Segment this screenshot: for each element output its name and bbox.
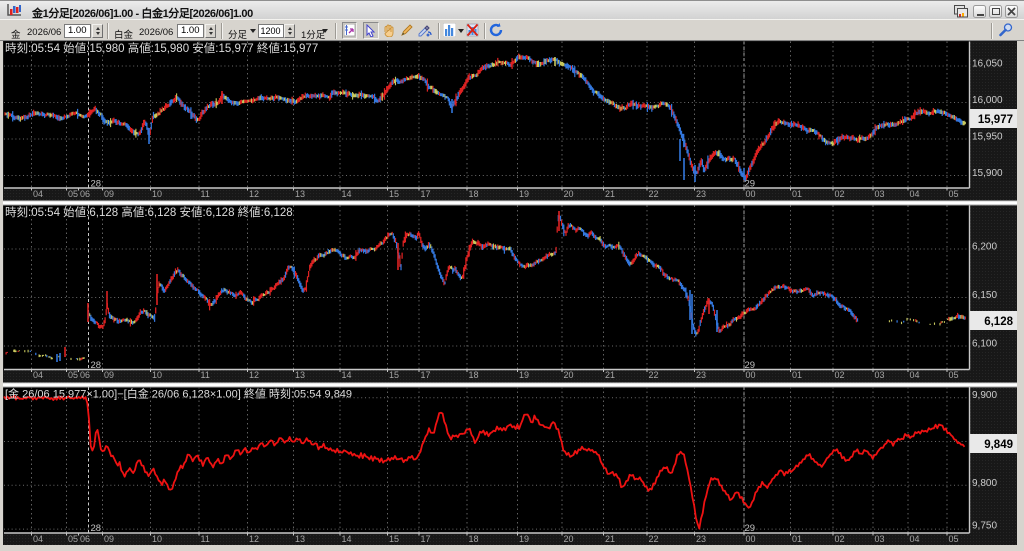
svg-text:10: 10 <box>152 370 162 380</box>
svg-text:28: 28 <box>91 179 102 190</box>
svg-text:18: 18 <box>469 534 479 544</box>
svg-text:06: 06 <box>80 534 90 544</box>
svg-text:22: 22 <box>649 534 659 544</box>
svg-text:15,977: 15,977 <box>978 114 1013 126</box>
svg-text:9,900: 9,900 <box>972 390 997 401</box>
svg-text:17: 17 <box>421 189 431 199</box>
svg-text:09: 09 <box>104 534 114 544</box>
svg-text:04: 04 <box>33 534 43 544</box>
svg-text:06: 06 <box>80 189 90 199</box>
svg-text:15,900: 15,900 <box>972 168 1003 179</box>
svg-text:10: 10 <box>152 189 162 199</box>
svg-text:00: 00 <box>746 370 756 380</box>
svg-text:20: 20 <box>564 189 574 199</box>
svg-text:9,800: 9,800 <box>972 478 997 489</box>
svg-text:02: 02 <box>835 534 845 544</box>
svg-text:時刻:05:54 始値:6,128 高値:6,128 安値:: 時刻:05:54 始値:6,128 高値:6,128 安値:6,128 終値:6… <box>5 205 293 219</box>
svg-text:6,200: 6,200 <box>972 242 997 253</box>
svg-text:01: 01 <box>792 534 802 544</box>
svg-text:05: 05 <box>68 189 78 199</box>
svg-text:19: 19 <box>519 189 529 199</box>
svg-text:23: 23 <box>696 189 706 199</box>
svg-text:時刻:05:54 始値:15,980 高値:15,980 安: 時刻:05:54 始値:15,980 高値:15,980 安値:15,977 終… <box>5 41 318 55</box>
svg-text:21: 21 <box>605 189 615 199</box>
svg-text:11: 11 <box>201 534 210 544</box>
svg-text:22: 22 <box>649 370 659 380</box>
svg-text:9,750: 9,750 <box>972 521 997 532</box>
svg-text:12: 12 <box>249 534 259 544</box>
svg-text:21: 21 <box>605 370 615 380</box>
svg-text:00: 00 <box>746 189 756 199</box>
svg-text:19: 19 <box>519 534 529 544</box>
svg-text:15: 15 <box>389 534 399 544</box>
svg-text:20: 20 <box>564 370 574 380</box>
svg-text:23: 23 <box>696 370 706 380</box>
svg-text:6,128: 6,128 <box>984 316 1013 328</box>
svg-text:20: 20 <box>564 534 574 544</box>
svg-text:18: 18 <box>469 370 479 380</box>
svg-text:[金 26/06 15,977×1.00]−[白金 26/0: [金 26/06 15,977×1.00]−[白金 26/06 6,128×1.… <box>5 387 352 401</box>
svg-text:03: 03 <box>875 189 885 199</box>
svg-text:09: 09 <box>104 370 114 380</box>
svg-text:10: 10 <box>152 534 162 544</box>
svg-text:05: 05 <box>949 370 959 380</box>
svg-text:04: 04 <box>910 370 920 380</box>
svg-text:14: 14 <box>342 189 352 199</box>
svg-text:22: 22 <box>649 189 659 199</box>
svg-text:29: 29 <box>745 179 756 190</box>
svg-text:28: 28 <box>91 360 102 371</box>
svg-text:29: 29 <box>745 523 756 534</box>
svg-text:06: 06 <box>80 370 90 380</box>
svg-text:12: 12 <box>249 189 259 199</box>
svg-text:05: 05 <box>949 534 959 544</box>
svg-text:15,950: 15,950 <box>972 132 1003 143</box>
svg-text:9,849: 9,849 <box>984 439 1013 451</box>
svg-text:18: 18 <box>469 189 479 199</box>
svg-text:05: 05 <box>68 534 78 544</box>
svg-text:11: 11 <box>201 189 210 199</box>
svg-text:05: 05 <box>949 189 959 199</box>
svg-text:19: 19 <box>519 370 529 380</box>
svg-text:04: 04 <box>33 370 43 380</box>
svg-text:02: 02 <box>835 370 845 380</box>
svg-text:16,000: 16,000 <box>972 95 1003 106</box>
svg-text:6,150: 6,150 <box>972 290 997 301</box>
svg-text:13: 13 <box>295 189 305 199</box>
svg-text:15: 15 <box>389 189 399 199</box>
svg-text:04: 04 <box>33 189 43 199</box>
svg-text:17: 17 <box>421 534 431 544</box>
svg-text:04: 04 <box>910 189 920 199</box>
svg-text:16,050: 16,050 <box>972 59 1003 70</box>
svg-text:13: 13 <box>295 370 305 380</box>
svg-text:23: 23 <box>696 534 706 544</box>
svg-text:29: 29 <box>745 360 756 371</box>
svg-text:12: 12 <box>249 370 259 380</box>
svg-text:21: 21 <box>605 534 615 544</box>
svg-text:02: 02 <box>835 189 845 199</box>
svg-text:17: 17 <box>421 370 431 380</box>
svg-text:28: 28 <box>91 523 102 534</box>
svg-text:11: 11 <box>201 370 210 380</box>
svg-text:09: 09 <box>104 189 114 199</box>
svg-text:13: 13 <box>295 534 305 544</box>
svg-text:01: 01 <box>792 189 802 199</box>
svg-text:03: 03 <box>875 370 885 380</box>
svg-text:14: 14 <box>342 534 352 544</box>
svg-text:6,100: 6,100 <box>972 339 997 350</box>
svg-text:01: 01 <box>792 370 802 380</box>
svg-text:05: 05 <box>68 370 78 380</box>
svg-text:04: 04 <box>910 534 920 544</box>
svg-text:14: 14 <box>342 370 352 380</box>
svg-text:03: 03 <box>875 534 885 544</box>
svg-text:15: 15 <box>389 370 399 380</box>
svg-text:00: 00 <box>746 534 756 544</box>
